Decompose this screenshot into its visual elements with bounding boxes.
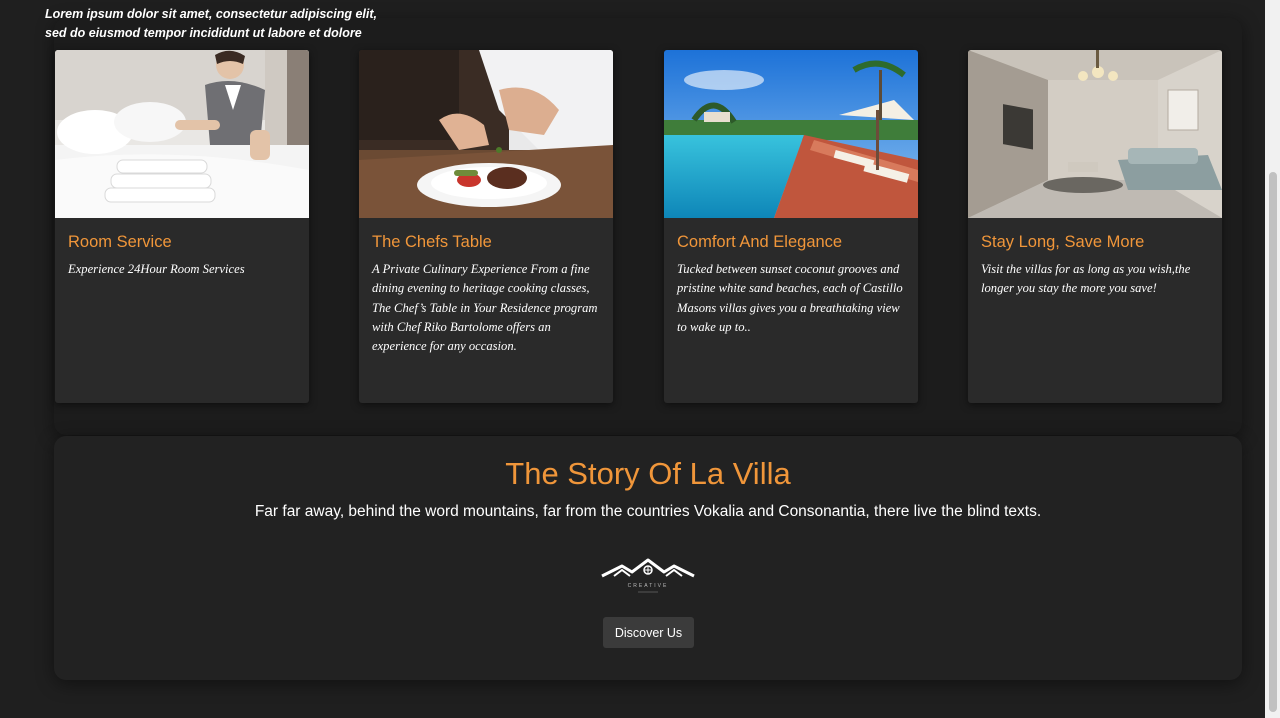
card-title: Comfort And Elegance — [677, 233, 843, 251]
overlay-text-line-2: sed do eiusmod tempor incididunt ut labo… — [45, 26, 362, 40]
card-description: Experience 24Hour Room Services — [68, 262, 245, 276]
card-title: Stay Long, Save More — [981, 233, 1145, 251]
service-card-chefs-table[interactable]: The Chefs Table A Private Culinary Exper… — [359, 50, 613, 403]
card-description: A Private Culinary Experience From a fin… — [372, 262, 598, 354]
scrollbar-thumb[interactable] — [1269, 172, 1277, 712]
overlay-text-line-1: Lorem ipsum dolor sit amet, consectetur … — [45, 7, 378, 21]
overlay-text: Lorem ipsum dolor sit amet, consectetur … — [45, 5, 377, 43]
discover-us-button[interactable]: Discover Us — [603, 617, 694, 648]
story-section: The Story Of La Villa Far far away, behi… — [54, 436, 1242, 680]
services-panel: Room Service Experience 24Hour Room Serv… — [54, 18, 1242, 435]
scrollbar[interactable] — [1265, 0, 1280, 718]
service-card-room-service[interactable]: Room Service Experience 24Hour Room Serv… — [55, 50, 309, 403]
story-subtitle: Far far away, behind the word mountains,… — [254, 503, 1042, 520]
creative-house-logo: CREATIVE — [600, 556, 696, 594]
room-service-photo — [55, 50, 309, 218]
service-card-comfort-elegance[interactable]: Comfort And Elegance Tucked between suns… — [664, 50, 918, 403]
svg-text:CREATIVE: CREATIVE — [628, 583, 669, 589]
card-description: Visit the villas for as long as you wish… — [981, 262, 1191, 296]
story-title: The Story Of La Villa — [505, 456, 791, 491]
card-description: Tucked between sunset coconut grooves an… — [677, 262, 903, 334]
card-title: The Chefs Table — [372, 233, 492, 251]
card-title: Room Service — [68, 233, 172, 251]
service-card-stay-long[interactable]: Stay Long, Save More Visit the villas fo… — [968, 50, 1222, 403]
living-room-photo — [968, 50, 1222, 218]
page: Lorem ipsum dolor sit amet, consectetur … — [0, 0, 1280, 718]
pool-resort-photo — [664, 50, 918, 218]
chef-plating-photo — [359, 50, 613, 218]
